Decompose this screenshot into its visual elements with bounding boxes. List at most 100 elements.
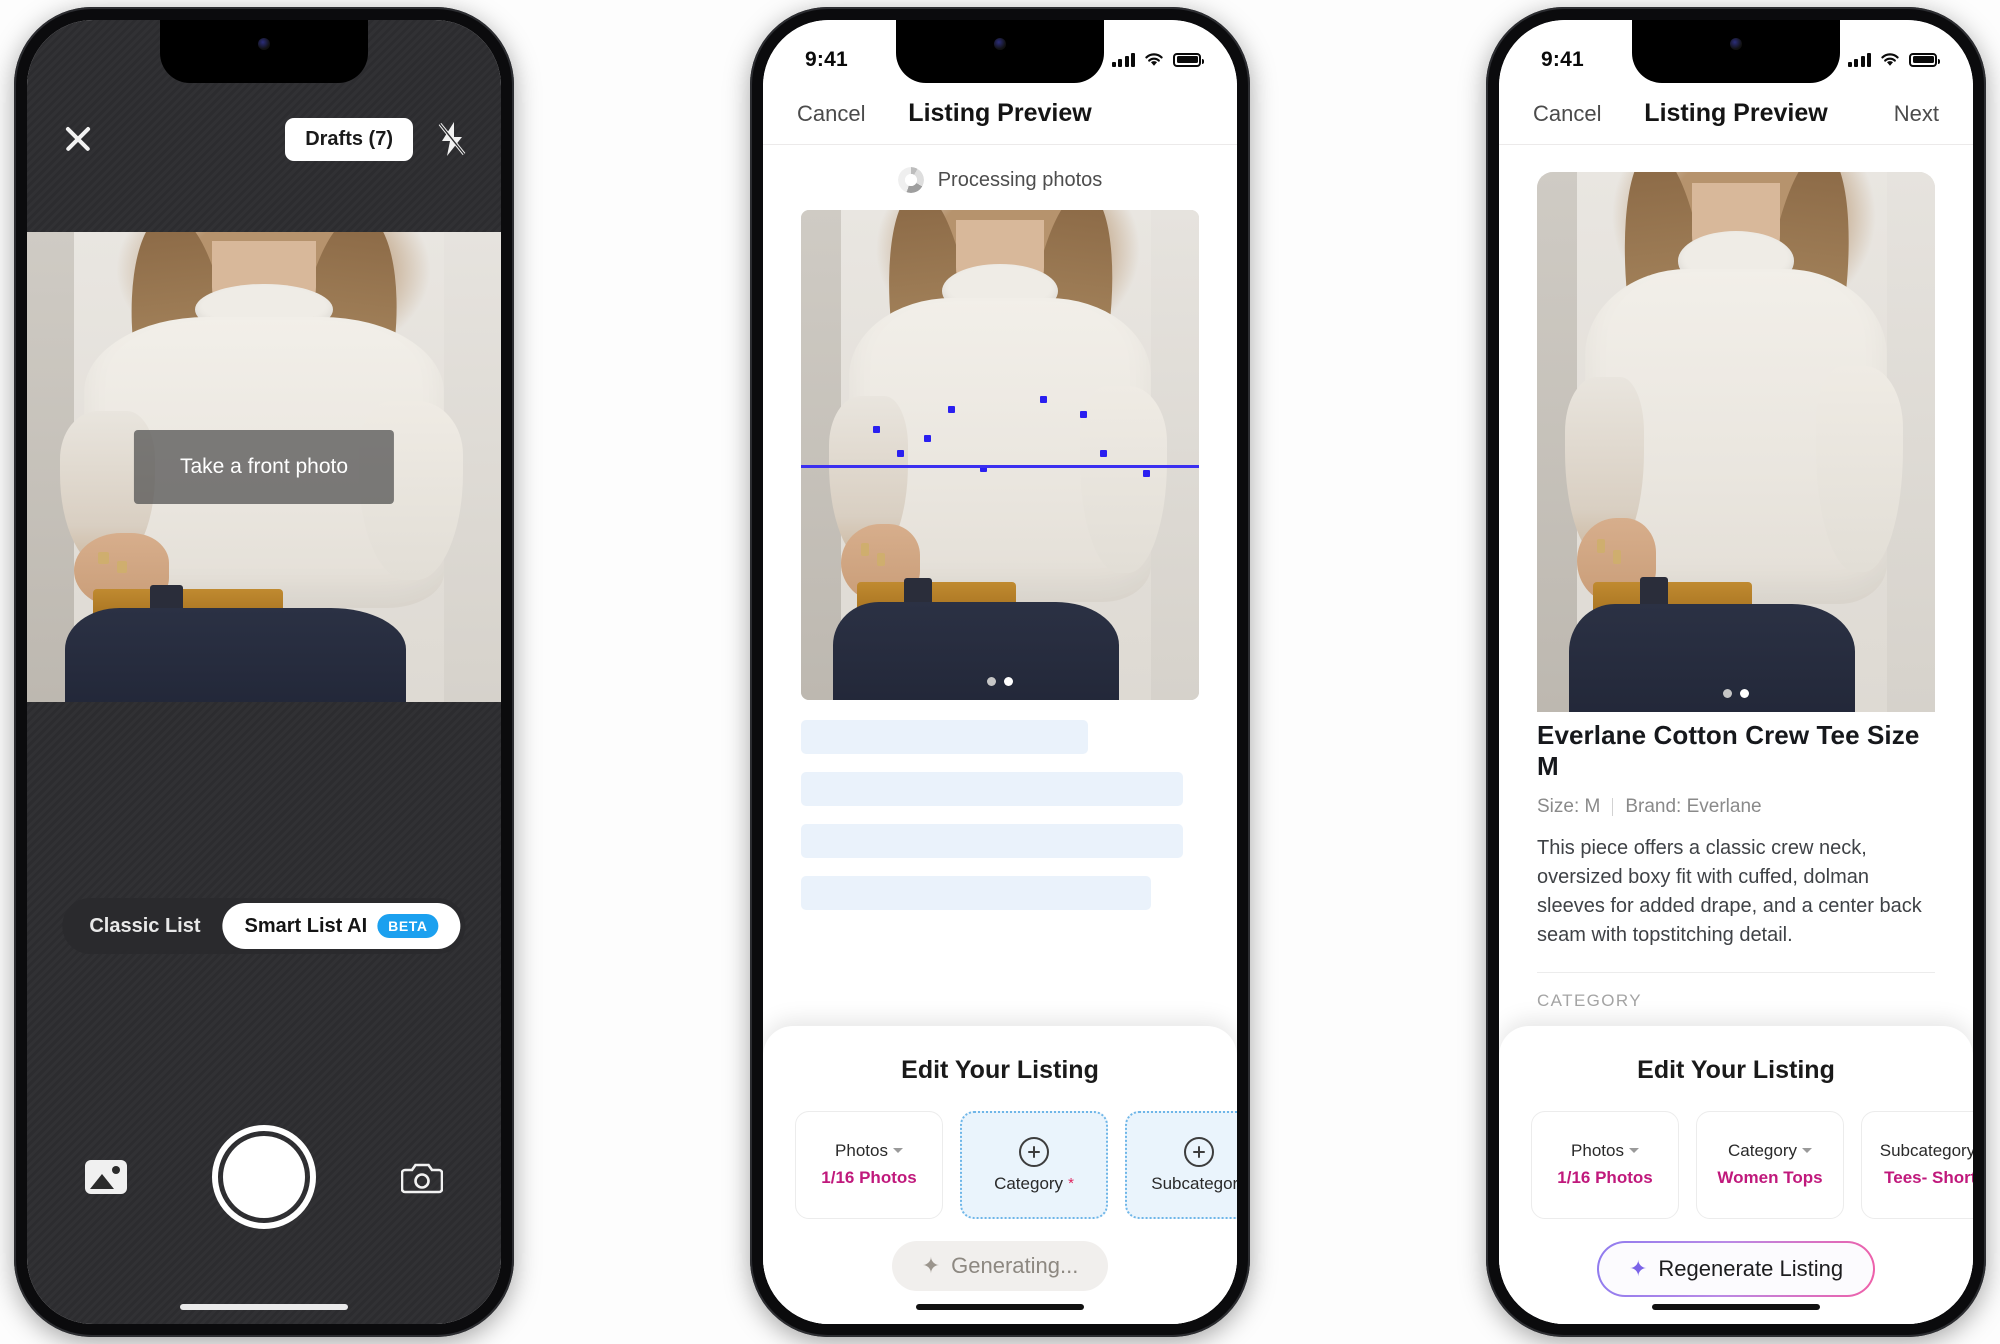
front-camera-dot: [258, 38, 270, 50]
generating-label: Generating...: [951, 1253, 1079, 1278]
skeleton-line: [801, 720, 1088, 754]
home-indicator: [180, 1304, 348, 1310]
scan-point: [1099, 450, 1107, 458]
wifi-icon: [1145, 52, 1163, 66]
cancel-button[interactable]: Cancel: [797, 101, 875, 127]
notch: [160, 20, 368, 83]
plus-circle-icon: [1019, 1136, 1049, 1167]
generating-button: ✦ Generating...: [891, 1241, 1109, 1291]
flash-off-icon[interactable]: [435, 120, 469, 158]
scan-line: [801, 464, 1199, 468]
drafts-button[interactable]: Drafts (7): [285, 117, 413, 161]
cellular-signal-icon: [1111, 52, 1135, 67]
product-details: Everlane Cotton Crew Tee Size M Size: M …: [1537, 720, 1935, 1011]
listing-mode-switch: Classic List Smart List AI BETA: [62, 898, 466, 954]
field-chip-row[interactable]: Photos 1/16 Photos Category* Subcategory: [763, 1085, 1237, 1219]
photo-subject: [801, 210, 1199, 700]
skeleton-line: [801, 876, 1152, 910]
skeleton-line: [801, 824, 1184, 858]
front-camera-dot: [994, 38, 1006, 50]
chip-label: Category: [1728, 1141, 1797, 1161]
scan-point: [924, 435, 932, 443]
chip-value: Tees- Short..: [1884, 1168, 1973, 1188]
chip-subcategory[interactable]: Subcategory Tees- Short..: [1861, 1111, 1973, 1219]
home-indicator: [916, 1304, 1084, 1310]
photo-subject: [1537, 172, 1935, 712]
sheet-cta-row: ✦ Generating...: [763, 1241, 1237, 1291]
listing-photo[interactable]: [801, 210, 1199, 700]
navigation-bar: Cancel Listing Preview Next: [1499, 83, 1973, 145]
listing-preview-screen: 9:41 Cancel Listing Preview: [763, 20, 1237, 1324]
flip-camera-icon[interactable]: [400, 1159, 444, 1195]
edit-listing-sheet: Edit Your Listing Photos 1/16 Photos Cat…: [1499, 1026, 1973, 1324]
scan-point: [1079, 410, 1087, 418]
page-title: Listing Preview: [908, 99, 1092, 127]
chip-label: Photos: [835, 1141, 888, 1161]
beta-badge: BETA: [377, 914, 439, 938]
chip-category[interactable]: Category Women Tops: [1696, 1111, 1844, 1219]
field-chip-row[interactable]: Photos 1/16 Photos Category Women Tops S…: [1499, 1085, 1973, 1219]
scan-point: [1039, 396, 1047, 404]
sheet-title: Edit Your Listing: [901, 1056, 1099, 1084]
product-brand: Brand: Everlane: [1625, 796, 1762, 817]
carousel-dots[interactable]: [987, 677, 1013, 686]
product-title: Everlane Cotton Crew Tee Size M: [1537, 720, 1920, 781]
listing-photo[interactable]: [1537, 172, 1935, 712]
chip-photos[interactable]: Photos 1/16 Photos: [1531, 1111, 1679, 1219]
product-size: Size: M: [1537, 796, 1601, 817]
page-title: Listing Preview: [1644, 99, 1828, 127]
chip-label: Photos: [1571, 1141, 1624, 1161]
chip-value: 1/16 Photos: [821, 1168, 917, 1188]
product-description: This piece offers a classic crew neck, o…: [1537, 837, 1922, 946]
scan-point: [1143, 469, 1151, 477]
scan-point: [872, 425, 880, 433]
capture-hint-label: Take a front photo: [133, 430, 395, 504]
mode-option-smart-list-ai[interactable]: Smart List AI BETA: [222, 903, 461, 949]
shutter-button[interactable]: [212, 1125, 316, 1229]
gallery-icon[interactable]: [85, 1160, 127, 1194]
battery-icon: [1909, 52, 1940, 67]
product-meta: Size: M Brand: Everlane: [1537, 796, 1935, 818]
sheet-cta-row: ✦ Regenerate Listing: [1499, 1241, 1973, 1297]
notch: [896, 20, 1104, 83]
sparkle-icon: ✦: [1628, 1256, 1648, 1281]
front-camera-dot: [1730, 38, 1742, 50]
chip-value: 1/16 Photos: [1557, 1168, 1653, 1188]
spinner-icon: [897, 167, 924, 193]
regenerate-label: Regenerate Listing: [1658, 1256, 1844, 1281]
three-phone-mockup: Drafts (7) Take a front photo Classic Li…: [0, 0, 2000, 1344]
chevron-down-icon: [1628, 1148, 1639, 1154]
viewfinder-photo: Take a front photo: [27, 232, 501, 702]
mode-option-label: Smart List AI: [244, 914, 368, 937]
sheet-title: Edit Your Listing: [1637, 1056, 1835, 1084]
section-divider: [1537, 972, 1935, 973]
phone-listing-preview-processing: 9:41 Cancel Listing Preview Processing p…: [750, 7, 1250, 1337]
close-icon[interactable]: [59, 120, 97, 158]
phone-camera-capture: Drafts (7) Take a front photo Classic Li…: [14, 7, 514, 1337]
edit-listing-sheet: Edit Your Listing Photos 1/16 Photos Cat…: [763, 1026, 1237, 1324]
cancel-button[interactable]: Cancel: [1533, 101, 1611, 127]
camera-topbar: Drafts (7): [27, 108, 501, 170]
chip-subcategory[interactable]: Subcategory: [1125, 1111, 1237, 1219]
sparkle-icon: ✦: [921, 1253, 941, 1278]
plus-circle-icon: [1184, 1136, 1214, 1167]
mode-option-classic-list[interactable]: Classic List: [67, 904, 222, 949]
chip-label: Subcategory: [1151, 1173, 1237, 1193]
chip-photos[interactable]: Photos 1/16 Photos: [795, 1111, 943, 1219]
battery-icon: [1173, 52, 1204, 67]
status-time: 9:41: [805, 47, 848, 71]
chip-label: Category: [994, 1173, 1064, 1193]
carousel-dots[interactable]: [1723, 689, 1749, 698]
chip-category[interactable]: Category *: [960, 1111, 1108, 1219]
content-skeleton: [801, 720, 1199, 928]
scan-point: [948, 406, 956, 413]
chip-label: Subcategory: [1879, 1141, 1973, 1161]
status-time: 9:41: [1541, 47, 1584, 71]
processing-status: Processing photos: [763, 152, 1237, 208]
chevron-down-icon: [892, 1148, 903, 1154]
regenerate-listing-button[interactable]: ✦ Regenerate Listing: [1597, 1241, 1875, 1297]
notch: [1632, 20, 1840, 83]
category-section-label: CATEGORY: [1537, 991, 1643, 1010]
processing-label: Processing photos: [937, 168, 1103, 191]
next-button[interactable]: Next: [1861, 101, 1939, 127]
